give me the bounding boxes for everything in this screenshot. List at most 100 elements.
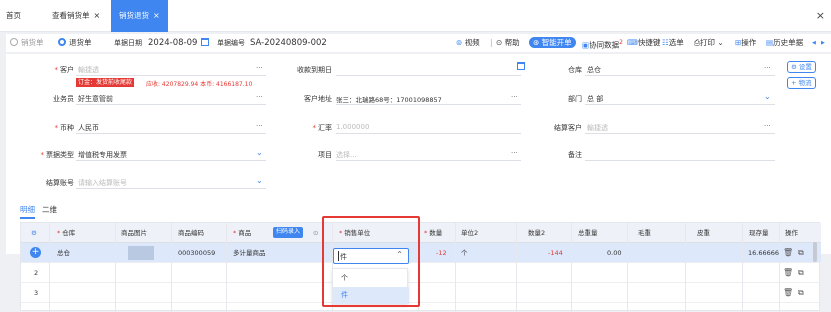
sync-label: 协同数据 — [589, 40, 620, 50]
radio-icon — [10, 38, 18, 46]
cell-total-weight[interactable]: 0.00 — [607, 243, 621, 263]
due-date-label: 收款到期日 — [297, 66, 332, 74]
settings-button[interactable]: ⚙ 设置 — [787, 61, 816, 73]
currency-label: * 币种 — [54, 124, 75, 132]
field-underline — [585, 133, 775, 134]
video-button[interactable]: ⊚ 视频 — [456, 34, 480, 52]
warehouse-value[interactable]: 总仓 — [587, 65, 601, 75]
tab-view-sales[interactable]: 查看销货单 × — [52, 0, 100, 32]
copy-icon[interactable]: ⧉ — [798, 288, 804, 298]
chevron-down-icon[interactable]: ⌄ — [764, 92, 771, 101]
field-underline — [336, 160, 521, 161]
field-underline — [336, 133, 521, 134]
invoice-type-label: * 票据类型 — [40, 151, 75, 159]
field-underline — [76, 160, 266, 161]
settle-customer-input[interactable]: 輸捷透 — [587, 123, 608, 133]
tab-sales-return-label: 销货退货 — [119, 11, 149, 20]
shortcut-button[interactable]: ⌨快捷键 — [627, 34, 660, 52]
operations-button[interactable]: ⊞操作 — [735, 34, 756, 52]
chevron-down-icon: ⌄ — [717, 38, 724, 47]
radio-return-label: 退货单 — [69, 38, 92, 47]
divider: | — [490, 38, 493, 47]
column-divider — [115, 223, 116, 312]
project-input[interactable]: 选择... — [336, 150, 357, 160]
cell-unit2[interactable]: 个 — [461, 243, 468, 263]
help-icon[interactable]: ⊙ — [313, 223, 318, 243]
select-order-button[interactable]: ☷选单 — [662, 34, 684, 52]
column-divider — [627, 223, 628, 312]
field-underline — [585, 104, 775, 105]
delete-icon[interactable]: 🗑 — [783, 248, 793, 257]
shortcut-label: 快捷键 — [637, 38, 661, 47]
product-image[interactable] — [128, 246, 154, 260]
account-input[interactable]: 请输入结算账号 — [78, 178, 127, 188]
add-row-icon[interactable]: + — [30, 247, 41, 258]
history-button[interactable]: ▤历史单据 — [766, 34, 803, 52]
grid-scrollbar[interactable] — [813, 242, 817, 262]
customer-input[interactable]: 輸捷透 — [78, 65, 99, 75]
col-warehouse: * 仓库 — [57, 229, 76, 237]
rate-input[interactable]: 1.000000 — [336, 123, 369, 131]
scan-entry-button[interactable]: 扫码录入 — [273, 227, 304, 238]
chevron-down-icon[interactable]: ⌄ — [256, 176, 263, 185]
tab-detail[interactable]: 明细 — [20, 204, 35, 219]
cell-product[interactable]: 多计量商品 — [233, 243, 266, 263]
row-number: 3 — [34, 289, 39, 297]
print-button[interactable]: ⎙打印 ⌄ — [694, 34, 724, 52]
help-icon: ⊙ — [496, 38, 503, 47]
help-label: 帮助 — [504, 38, 520, 47]
window-close-icon[interactable]: × — [816, 9, 825, 22]
close-icon[interactable]: × — [94, 11, 101, 20]
delete-icon[interactable]: 🗑 — [783, 288, 793, 297]
radio-sales-order[interactable]: 销货单 — [10, 34, 44, 52]
column-divider — [226, 223, 227, 312]
col-qty2: 数量2 — [528, 229, 546, 237]
field-underline — [76, 75, 266, 76]
table-row[interactable]: 2 🗑 ⧉ — [21, 263, 821, 283]
delete-icon[interactable]: 🗑 — [783, 268, 793, 277]
col-stock: 现存量 — [749, 229, 769, 237]
salesman-label: 业务员 — [53, 95, 74, 103]
col-total-weight: 总重量 — [578, 229, 598, 237]
column-settings-icon[interactable]: ⚙ — [31, 223, 37, 243]
prev-icon[interactable]: ◀ — [812, 34, 816, 52]
invoice-type-value[interactable]: 增值税专用发票 — [78, 150, 127, 160]
print-label: 打印 — [700, 38, 715, 47]
cell-warehouse[interactable]: 总仓 — [57, 243, 70, 263]
help-button[interactable]: ⊙ 帮助 — [496, 34, 520, 52]
table-row[interactable]: 3 🗑 ⧉ — [21, 283, 821, 303]
salesman-value[interactable]: 好生意管前 — [78, 94, 113, 104]
address-value[interactable]: 张三：北瑞路68号：17001098857 — [336, 94, 442, 104]
gear-icon: ⚙ — [791, 63, 797, 71]
row-number: 2 — [34, 269, 39, 277]
calendar-icon[interactable] — [195, 34, 209, 52]
tab-2d[interactable]: 二维 — [42, 204, 57, 215]
next-icon[interactable]: ▶ — [821, 34, 825, 52]
department-value[interactable]: 总 部 — [587, 94, 603, 104]
address-label: 客户地址 — [304, 95, 332, 103]
date-value[interactable]: 2024-08-09 — [148, 34, 197, 52]
tab-home[interactable]: 首页 — [6, 0, 21, 32]
tab-sales-return[interactable]: 销货退货 × — [111, 0, 168, 32]
cell-qty[interactable]: -12 — [436, 243, 447, 263]
currency-value[interactable]: 人民币 — [78, 123, 99, 133]
rate-label: * 汇率 — [312, 124, 333, 132]
close-icon[interactable]: × — [153, 11, 160, 20]
field-underline — [336, 104, 521, 105]
more-icon[interactable]: ··· — [764, 122, 771, 130]
table-row[interactable]: + 总仓 000300059 多计量商品 -12 个 -144 0.00 16.… — [21, 243, 821, 263]
sync-data-button[interactable]: ▣协同数据2 — [582, 34, 623, 52]
more-icon[interactable]: ··· — [764, 64, 771, 72]
list-icon: ☷ — [662, 38, 669, 47]
col-image: 商品图片 — [121, 229, 147, 237]
cell-qty2[interactable]: -144 — [548, 243, 563, 263]
field-underline — [585, 160, 775, 161]
cell-code[interactable]: 000300059 — [178, 243, 215, 263]
copy-icon[interactable]: ⧉ — [798, 268, 804, 278]
column-divider — [49, 223, 50, 312]
smart-icon: ⊛ — [533, 38, 540, 47]
radio-return-order[interactable]: 退货单 — [58, 34, 92, 52]
smart-order-button[interactable]: ⊛ 智能开单 — [529, 34, 576, 52]
copy-icon[interactable]: ⧉ — [798, 248, 804, 258]
logistics-button[interactable]: + 物流 — [787, 77, 816, 89]
